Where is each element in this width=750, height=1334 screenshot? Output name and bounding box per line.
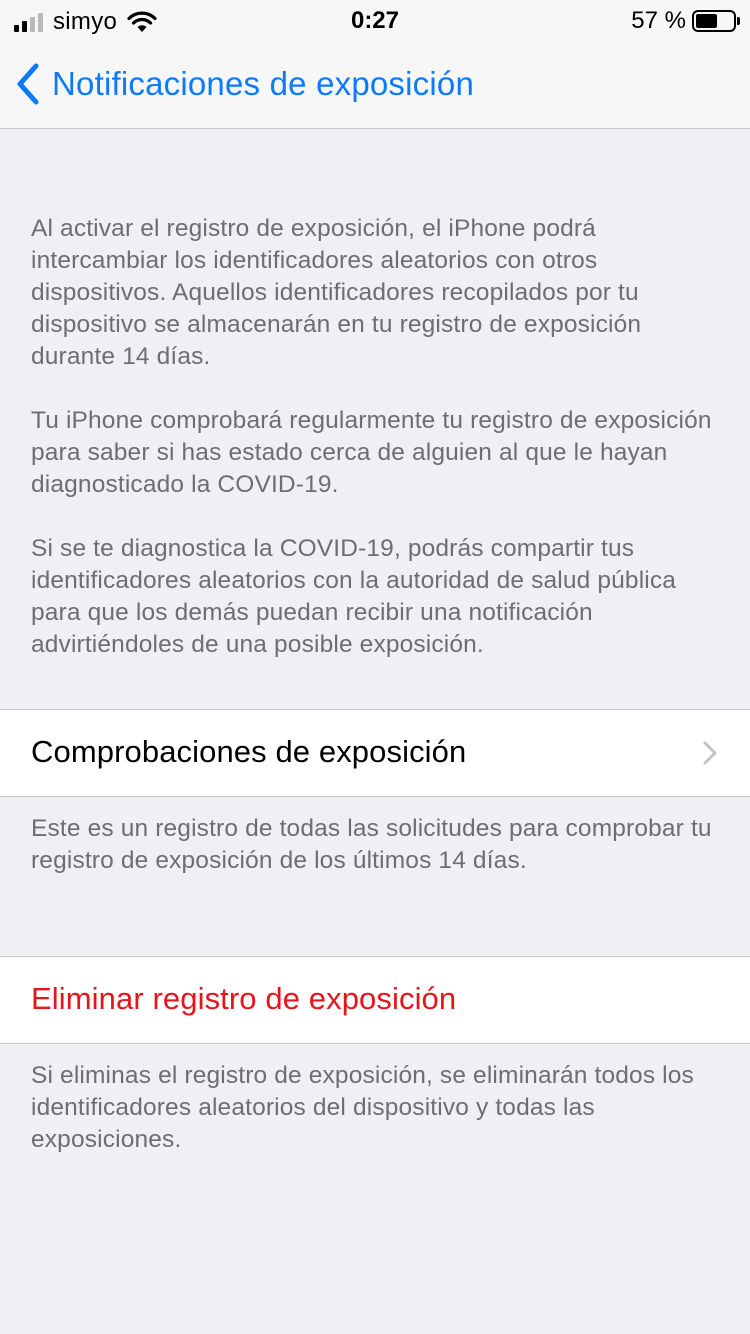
chevron-right-icon bbox=[703, 741, 717, 765]
status-bar: simyo 0:27 57 % bbox=[0, 0, 750, 40]
exposure-checks-footer: Este es un registro de todas las solicit… bbox=[31, 815, 712, 874]
exposure-checks-label: Comprobaciones de exposición bbox=[31, 734, 467, 769]
navigation-bar: Notificaciones de exposición bbox=[0, 40, 750, 129]
exposure-checks-row[interactable]: Comprobaciones de exposición bbox=[0, 709, 750, 797]
battery-fill bbox=[696, 14, 717, 28]
battery-icon bbox=[692, 10, 740, 32]
intro-paragraph: Al activar el registro de exposición, el… bbox=[31, 215, 642, 370]
back-button-label: Notificaciones de exposición bbox=[52, 65, 474, 102]
intro-paragraph: Si se te diagnostica la COVID-19, podrás… bbox=[31, 535, 677, 658]
delete-exposure-log-row[interactable]: Eliminar registro de exposición bbox=[0, 956, 750, 1044]
status-right: 57 % bbox=[631, 7, 740, 35]
delete-exposure-log-footer: Si eliminas el registro de exposición, s… bbox=[31, 1062, 694, 1153]
back-button[interactable]: Notificaciones de exposición bbox=[14, 62, 474, 106]
chevron-left-icon bbox=[17, 63, 39, 105]
intro-paragraph: Tu iPhone comprobará regularmente tu reg… bbox=[31, 407, 712, 498]
delete-exposure-log-label: Eliminar registro de exposición bbox=[31, 981, 457, 1016]
battery-percent: 57 % bbox=[631, 7, 686, 34]
